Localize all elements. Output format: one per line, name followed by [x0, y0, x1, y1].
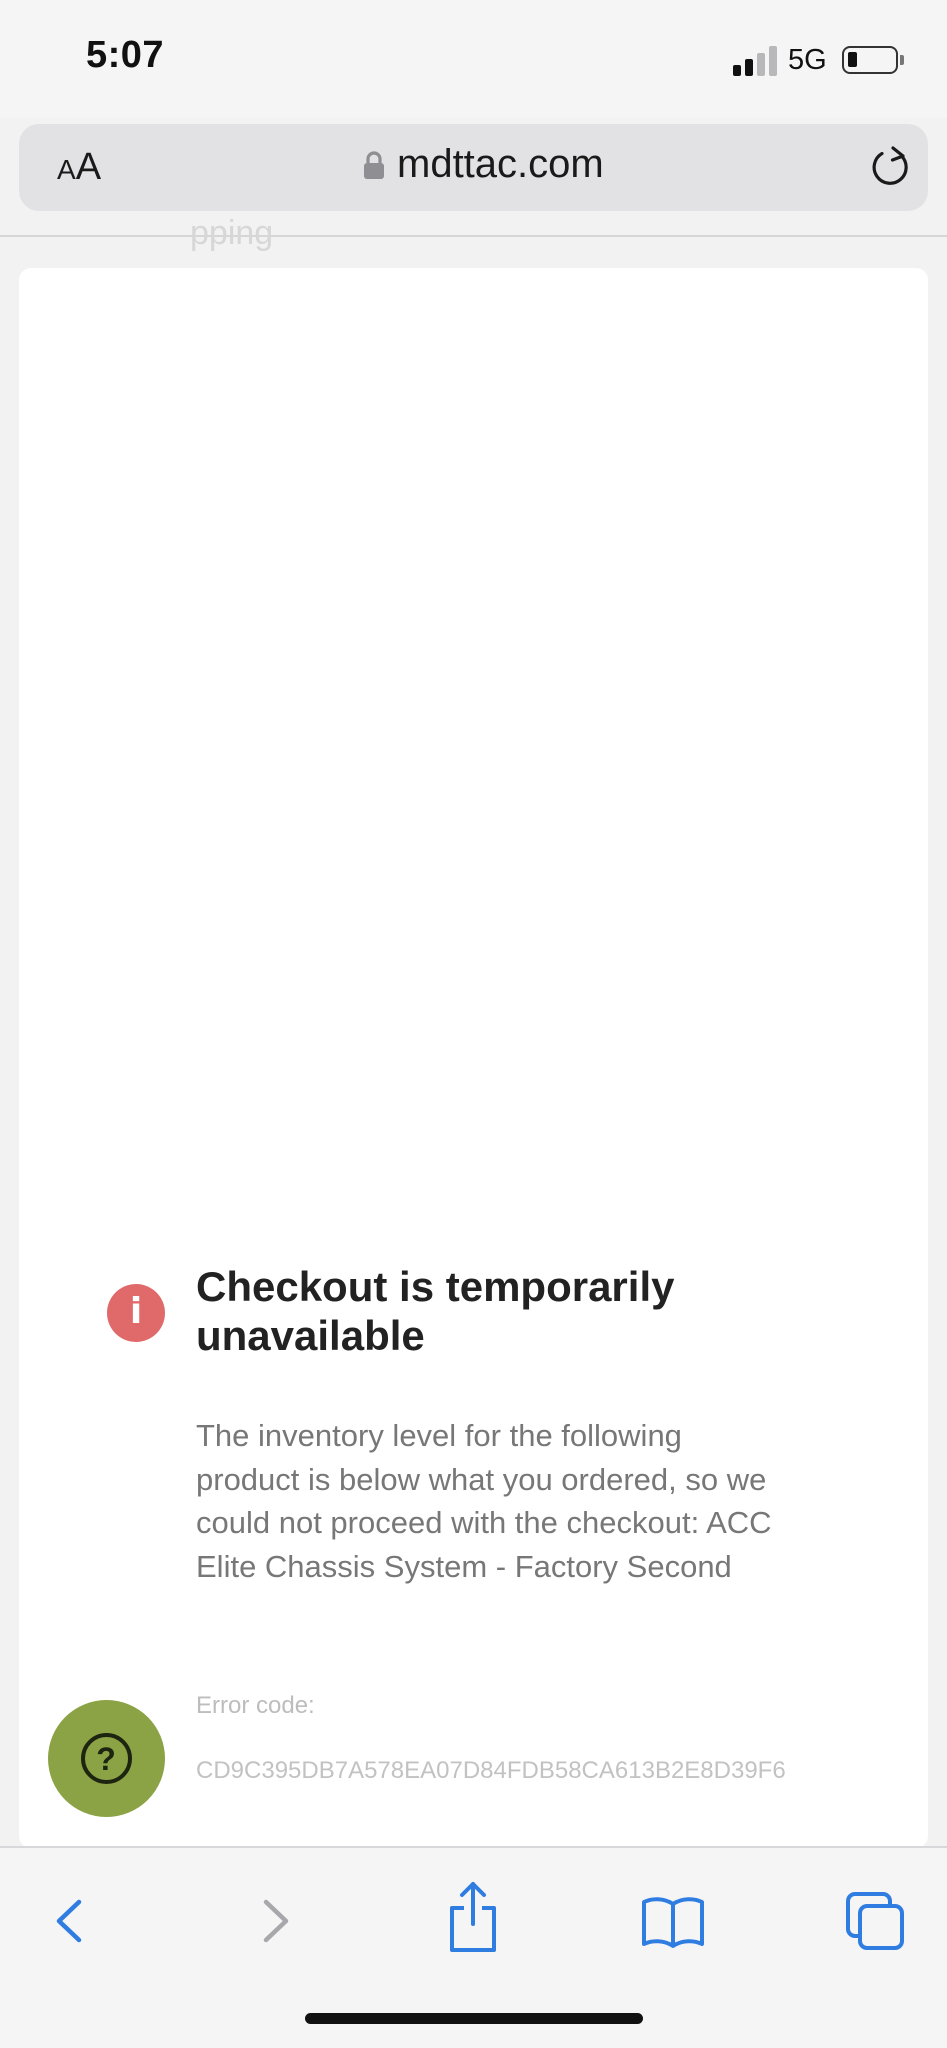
- status-time: 5:07: [86, 34, 165, 76]
- battery-icon: [842, 46, 898, 74]
- book-icon[interactable]: [638, 1886, 708, 1956]
- address-bar-divider: [0, 235, 947, 237]
- share-icon[interactable]: [438, 1878, 508, 1952]
- battery-cap: [900, 55, 904, 65]
- error-message: The inventory level for the following pr…: [196, 1418, 772, 1584]
- chevron-right-icon[interactable]: [240, 1886, 310, 1956]
- help-button[interactable]: ?: [48, 1700, 165, 1817]
- partially-hidden-text: pping: [190, 214, 274, 252]
- checkout-card: [19, 268, 928, 1848]
- info-error-icon: i: [107, 1284, 165, 1342]
- error-code-value: CD9C395DB7A578EA07D84FDB58CA613B2E8D39F6: [196, 1757, 786, 1784]
- reader-view-button[interactable]: AA: [57, 146, 101, 189]
- url-text: mdttac.com: [397, 142, 604, 186]
- signal-strength-icon: [733, 46, 777, 76]
- lock-icon: [363, 150, 385, 180]
- home-indicator[interactable]: [305, 2013, 643, 2024]
- question-mark-icon: ?: [81, 1733, 132, 1784]
- status-bar: 5:07 5G: [0, 0, 947, 118]
- tabs-icon[interactable]: [840, 1886, 910, 1956]
- address-bar[interactable]: AA mdttac.com: [19, 124, 928, 211]
- error-code-label: Error code:: [196, 1692, 315, 1719]
- network-type: 5G: [788, 44, 827, 76]
- chevron-left-icon[interactable]: [35, 1886, 105, 1956]
- reload-icon[interactable]: [867, 144, 913, 190]
- phone-screen: 5:07 5G AA mdttac.com pping i Checkout i…: [0, 0, 947, 2048]
- url-display[interactable]: mdttac.com: [363, 142, 604, 187]
- error-title: Checkout is temporarily unavailable: [196, 1263, 675, 1359]
